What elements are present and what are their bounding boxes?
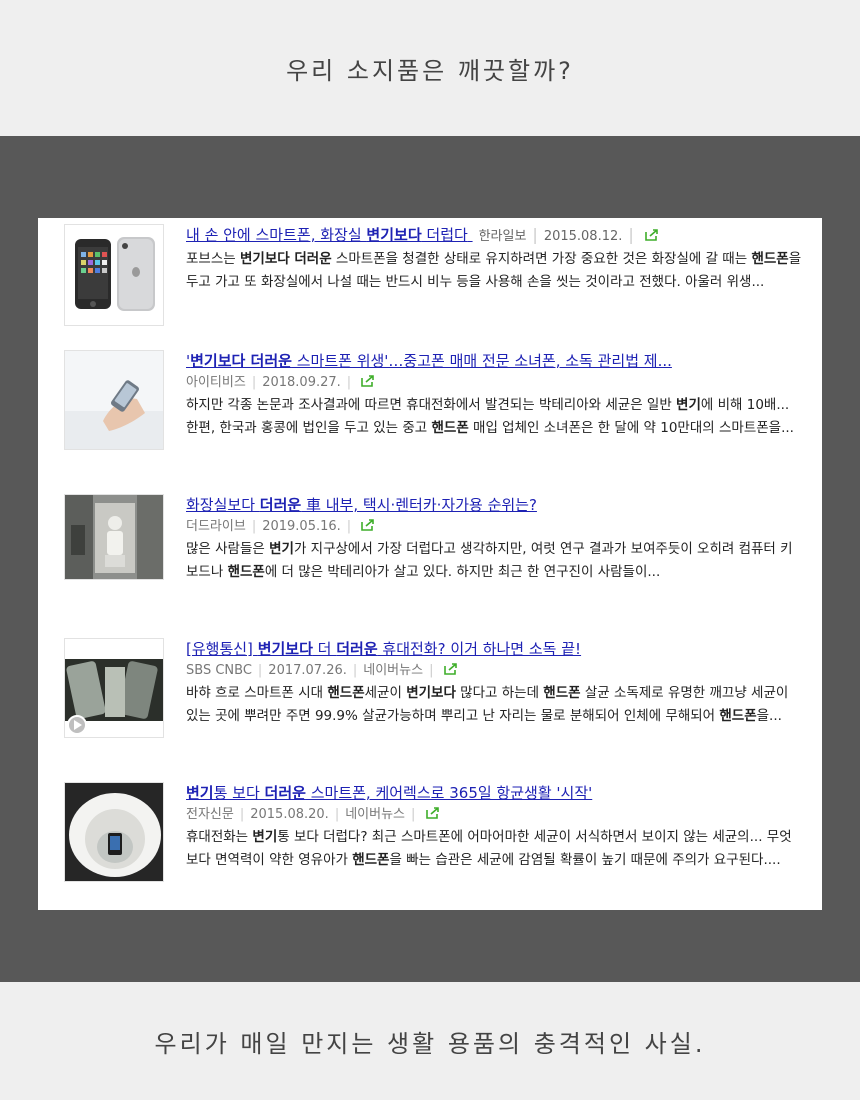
result-source[interactable]: 아이티비즈 bbox=[186, 375, 246, 390]
result-title-link[interactable]: 내 손 안에 스마트폰, 화장실 변기보다 더럽다 bbox=[186, 226, 473, 244]
result-snippet: 포브스는 변기보다 더러운 스마트폰을 청결한 상태로 유지하려면 가장 중요한… bbox=[186, 251, 802, 290]
portal-link[interactable]: 네이버뉴스 bbox=[345, 807, 405, 822]
car-toilet-image bbox=[65, 495, 163, 579]
bottom-caption: 우리가 매일 만지는 생활 용품의 충격적인 사실. bbox=[0, 982, 860, 1100]
result-snippet: 휴대전화는 변기통 보다 더럽다? 최근 스마트폰에 어마어마한 세균이 서식하… bbox=[186, 829, 792, 868]
result-source[interactable]: SBS CNBC bbox=[186, 663, 252, 678]
result-snippet: 바햐 흐로 스마트폰 시대 핸드폰세균이 변기보다 많다고 하는데 핸드폰 살균… bbox=[186, 685, 789, 724]
result-source[interactable]: 한라일보 bbox=[479, 229, 527, 244]
result-snippet: 많은 사람들은 변기가 지구상에서 가장 더럽다고 생각하지만, 여럿 연구 결… bbox=[186, 541, 793, 580]
hand-phone-image bbox=[65, 351, 163, 449]
video-phones-image bbox=[65, 639, 163, 737]
result-meta: 아이티비즈 | 2018.09.27. | bbox=[186, 372, 802, 394]
result-title-link[interactable]: [유행통신] 변기보다 더 더러운 휴대전화? 이거 하나면 소독 끝! bbox=[186, 640, 581, 658]
top-caption: 우리 소지품은 깨끗할까? bbox=[0, 0, 860, 136]
iphone-thumbnail[interactable] bbox=[64, 224, 164, 326]
share-icon[interactable] bbox=[425, 807, 440, 819]
bottom-caption-text: 우리가 매일 만지는 생활 용품의 충격적인 사실. bbox=[154, 1029, 706, 1058]
result-date: 2018.09.27. bbox=[262, 375, 341, 390]
share-icon[interactable] bbox=[645, 229, 659, 241]
result-meta: 전자신문 | 2015.08.20. | 네이버뉴스 | bbox=[186, 804, 802, 826]
news-results-panel: 내 손 안에 스마트폰, 화장실 변기보다 더럽다 한라일보 | 2015.08.1… bbox=[38, 218, 822, 910]
video-thumbnail[interactable] bbox=[64, 638, 164, 738]
result-title-link[interactable]: 변기통 보다 더러운 스마트폰, 케어렉스로 365일 항균생활 '시작' bbox=[186, 784, 592, 802]
result-meta: 더드라이브 | 2019.05.16. | bbox=[186, 516, 802, 538]
iphone-image bbox=[65, 225, 163, 325]
top-caption-text: 우리 소지품은 깨끗할까? bbox=[286, 56, 574, 85]
toilet-thumbnail[interactable] bbox=[64, 782, 164, 882]
result-date: 2015.08.20. bbox=[250, 807, 329, 822]
result-meta: SBS CNBC | 2017.07.26. | 네이버뉴스 | bbox=[186, 660, 802, 682]
car-toilet-thumbnail[interactable] bbox=[64, 494, 164, 580]
share-icon[interactable] bbox=[361, 519, 375, 531]
share-icon[interactable] bbox=[361, 375, 375, 387]
result-source[interactable]: 전자신문 bbox=[186, 807, 234, 822]
result-snippet: 하지만 각종 논문과 조사결과에 따르면 휴대전화에서 발견되는 박테리아와 세… bbox=[186, 397, 794, 436]
share-icon[interactable] bbox=[443, 663, 458, 675]
result-source[interactable]: 더드라이브 bbox=[186, 519, 246, 534]
result-title-link[interactable]: '변기보다 더러운 스마트폰 위생'…중고폰 매매 전문 소녀폰, 소독 관리법… bbox=[186, 352, 672, 370]
hand-phone-thumbnail[interactable] bbox=[64, 350, 164, 450]
toilet-phone-image bbox=[65, 783, 163, 881]
result-date: 2017.07.26. bbox=[268, 663, 347, 678]
result-date: 2019.05.16. bbox=[262, 519, 341, 534]
result-title-link[interactable]: 화장실보다 더러운 車 내부, 택시·렌터카·자가용 순위는? bbox=[186, 496, 537, 514]
portal-link[interactable]: 네이버뉴스 bbox=[363, 663, 423, 678]
result-date: 2015.08.12. bbox=[543, 229, 623, 244]
